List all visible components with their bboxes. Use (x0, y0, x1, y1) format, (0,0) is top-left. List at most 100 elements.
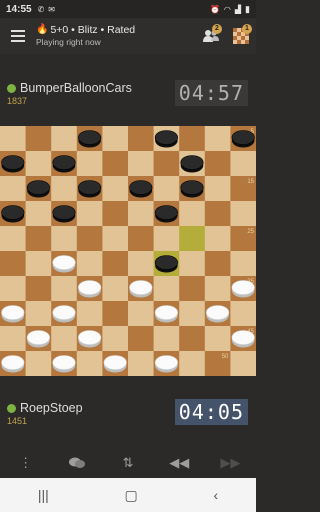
hamburger-icon (11, 30, 25, 42)
light-square (179, 251, 206, 277)
light-square (0, 126, 27, 152)
dark-square[interactable] (179, 226, 206, 252)
games-badge: 1 (242, 24, 252, 34)
light-square (230, 251, 256, 277)
dark-square[interactable] (179, 126, 206, 152)
more-icon: ⋮ (19, 455, 33, 470)
light-square (0, 176, 27, 202)
black-piece (180, 155, 204, 173)
light-square (51, 176, 78, 202)
dark-square[interactable] (25, 276, 52, 302)
board-svg[interactable]: 51525354550 (0, 126, 256, 376)
light-square (51, 226, 78, 252)
dark-square[interactable] (128, 326, 155, 352)
dark-square[interactable] (25, 226, 52, 252)
more-button[interactable]: ⋮ (0, 448, 51, 478)
square-number: 50 (222, 354, 229, 360)
home-icon[interactable]: ▢ (125, 487, 138, 504)
games-button[interactable]: 1 (226, 18, 256, 54)
white-piece[interactable] (1, 305, 25, 323)
menu-button[interactable] (0, 18, 36, 54)
light-square (153, 276, 180, 302)
dark-square[interactable] (0, 251, 27, 277)
light-square (179, 351, 206, 376)
chat-button[interactable] (51, 448, 102, 478)
white-piece[interactable] (52, 305, 76, 323)
white-piece[interactable] (52, 355, 76, 373)
dark-square[interactable] (102, 301, 129, 327)
player-name[interactable]: RoepStoep (20, 401, 83, 415)
white-piece[interactable] (52, 255, 76, 273)
white-piece[interactable] (154, 305, 178, 323)
black-piece (52, 155, 76, 173)
dark-square[interactable] (204, 251, 231, 277)
game-toolbar: 🔥 5+0 • Blitz • Rated Playing right now … (0, 18, 256, 54)
previous-move-button[interactable]: ◀◀ (154, 448, 205, 478)
status-bar: 14:55 ✆ ✉ ⏰ ◠ ▟ ▮ (0, 0, 256, 18)
signal-icon: ▟ (234, 4, 242, 14)
black-piece (231, 130, 255, 148)
dark-square[interactable] (153, 151, 180, 177)
dark-square[interactable] (204, 201, 231, 227)
dark-square[interactable] (179, 276, 206, 302)
dark-square[interactable] (102, 151, 129, 177)
white-piece[interactable] (206, 305, 230, 323)
white-piece[interactable] (103, 355, 127, 373)
next-move-icon: ▶▶ (220, 455, 241, 470)
light-square (102, 226, 129, 252)
light-square (153, 176, 180, 202)
light-square (102, 176, 129, 202)
opponent-name[interactable]: BumperBalloonCars (20, 81, 132, 95)
black-piece (52, 205, 76, 223)
light-square (230, 201, 256, 227)
back-icon[interactable]: ‹ (213, 487, 218, 503)
dark-square[interactable] (102, 201, 129, 227)
light-square (128, 251, 155, 277)
dark-square[interactable] (102, 251, 129, 277)
white-piece[interactable] (129, 280, 153, 298)
white-piece[interactable] (231, 330, 255, 348)
light-square (204, 226, 231, 252)
dark-square[interactable] (128, 126, 155, 152)
white-piece[interactable] (78, 330, 102, 348)
chat-icon (68, 457, 85, 468)
white-piece[interactable] (231, 280, 255, 298)
light-square (128, 351, 155, 376)
game-controls: ⋮ ⇅ ◀◀ ▶▶ (0, 448, 256, 478)
dark-square[interactable] (179, 326, 206, 352)
light-square (0, 226, 27, 252)
light-square (230, 151, 256, 177)
online-status-dot (7, 404, 16, 413)
light-square (25, 201, 52, 227)
white-piece[interactable] (78, 280, 102, 298)
white-piece[interactable] (1, 355, 25, 373)
flip-board-icon: ⇅ (122, 455, 134, 470)
friends-button[interactable]: 2 (196, 18, 226, 54)
black-piece (1, 155, 25, 173)
black-piece (154, 130, 178, 148)
game-title: 5+0 • Blitz • Rated (50, 24, 136, 36)
white-piece[interactable] (154, 355, 178, 373)
dark-square[interactable] (25, 126, 52, 152)
square-number: 25 (247, 229, 254, 235)
black-piece (78, 180, 102, 198)
next-move-button[interactable]: ▶▶ (205, 448, 256, 478)
light-square (230, 301, 256, 327)
light-square (25, 151, 52, 177)
checkers-board[interactable]: 51525354550 (0, 126, 256, 376)
fire-icon: 🔥 (36, 24, 49, 35)
dark-square[interactable] (76, 226, 103, 252)
light-square (51, 126, 78, 152)
alarm-icon: ⏰ (209, 4, 220, 14)
light-square (51, 276, 78, 302)
recent-apps-icon[interactable]: ||| (38, 487, 49, 503)
dark-square[interactable] (204, 151, 231, 177)
flip-board-button[interactable]: ⇅ (102, 448, 153, 478)
light-square (51, 326, 78, 352)
light-square (102, 326, 129, 352)
light-square (204, 326, 231, 352)
dark-square[interactable] (128, 226, 155, 252)
light-square (76, 301, 103, 327)
white-piece[interactable] (26, 330, 50, 348)
light-square (0, 326, 27, 352)
